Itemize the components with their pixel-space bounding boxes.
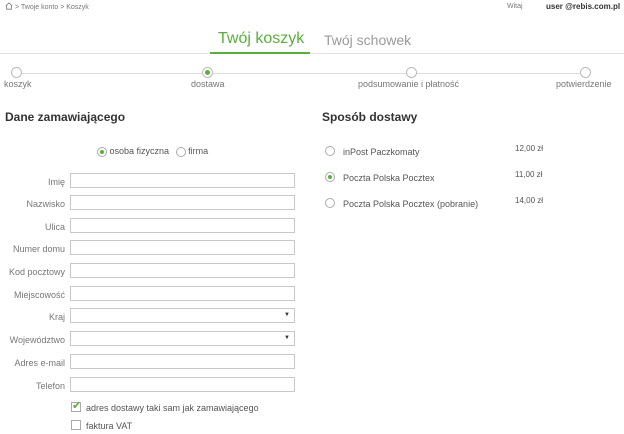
user-email[interactable]: user @rebis.com.pl	[546, 2, 620, 11]
shipping-option-pocztex[interactable]: Poczta Polska Pocztex 11,00 zł	[325, 170, 555, 186]
shipping-option-price: 11,00 zł	[515, 170, 543, 179]
first-name-label: Imię	[47, 177, 65, 187]
radio-company-label[interactable]: firma	[188, 146, 208, 156]
email-label: Adres e-mail	[14, 358, 65, 368]
breadcrumb[interactable]: > Twoje konto > Koszyk	[15, 4, 89, 11]
shipping-option-price: 12,00 zł	[515, 144, 544, 153]
street-label: Ulica	[44, 222, 65, 232]
shipping-option-name: Poczta Polska Pocztex (pobranie)	[343, 199, 479, 209]
country-select[interactable]: ▼	[70, 308, 295, 323]
last-name-input[interactable]	[70, 195, 295, 210]
shipping-option-price: 14,00 zł	[515, 196, 544, 205]
vat-invoice-label[interactable]: faktura VAT	[86, 421, 132, 431]
radio-person[interactable]	[97, 146, 107, 157]
step-indicator	[11, 67, 22, 78]
shipping-option-pocztex-cod[interactable]: Poczta Polska Pocztex (pobranie) 14,00 z…	[325, 196, 555, 212]
step-label: koszyk	[4, 79, 32, 89]
country-label: Kraj	[48, 312, 65, 322]
street-input[interactable]	[70, 218, 295, 233]
voivodeship-select[interactable]: ▼	[70, 331, 295, 346]
tabs-divider	[0, 53, 624, 54]
last-name-label: Nazwisko	[26, 199, 65, 209]
chevron-down-icon: ▼	[284, 335, 290, 341]
shipping-option-name: Poczta Polska Pocztex	[343, 173, 435, 183]
postal-code-label: Kod pocztowy	[8, 267, 65, 277]
greeting-text: Witaj	[507, 3, 523, 10]
shipping-option-name: inPost Paczkomaty	[343, 147, 420, 157]
vat-invoice-checkbox[interactable]	[71, 420, 81, 430]
customer-section-title: Dane zamawiającego	[5, 110, 126, 124]
step-label: podsumowanie i płatność	[358, 79, 460, 89]
progress-line	[16, 73, 590, 74]
shipping-radio[interactable]	[325, 198, 335, 208]
first-name-input[interactable]	[70, 173, 295, 188]
step-label: dostawa	[191, 79, 225, 89]
tab-wishlist[interactable]: Twój schowek	[324, 32, 411, 48]
customer-type-selector: osoba fizyczna firma	[97, 146, 208, 157]
house-number-label: Numer domu	[12, 244, 65, 254]
shipping-radio[interactable]	[325, 146, 335, 156]
step-indicator	[580, 67, 591, 78]
postal-code-input[interactable]	[70, 263, 295, 278]
step-indicator-active	[202, 67, 213, 78]
chevron-down-icon: ▼	[284, 312, 290, 318]
city-input[interactable]	[70, 286, 295, 301]
phone-label: Telefon	[35, 381, 65, 391]
shipping-radio-selected[interactable]	[325, 172, 335, 182]
cart-tabs: Twój koszyk Twój schowek	[0, 28, 624, 54]
same-address-label[interactable]: adres dostawy taki sam jak zamawiającego	[86, 403, 259, 413]
radio-person-label[interactable]: osoba fizyczna	[110, 146, 170, 156]
voivodeship-label: Województwo	[9, 335, 65, 345]
step-label: potwierdzenie	[556, 79, 612, 89]
active-tab-indicator	[210, 52, 310, 54]
email-input[interactable]	[70, 354, 295, 369]
tab-cart[interactable]: Twój koszyk	[218, 30, 304, 48]
shipping-option-inpost[interactable]: inPost Paczkomaty 12,00 zł	[325, 144, 555, 160]
house-number-input[interactable]	[70, 240, 295, 255]
city-label: Miejscowość	[13, 290, 65, 300]
radio-company[interactable]	[175, 146, 186, 157]
same-address-checkbox[interactable]	[71, 399, 81, 412]
home-icon[interactable]	[5, 2, 13, 10]
shipping-section-title: Sposób dostawy	[322, 110, 418, 124]
step-indicator	[406, 67, 417, 78]
top-bar: > Twoje konto > Koszyk Witaj user @rebis…	[0, 0, 624, 16]
phone-input[interactable]	[70, 377, 295, 392]
